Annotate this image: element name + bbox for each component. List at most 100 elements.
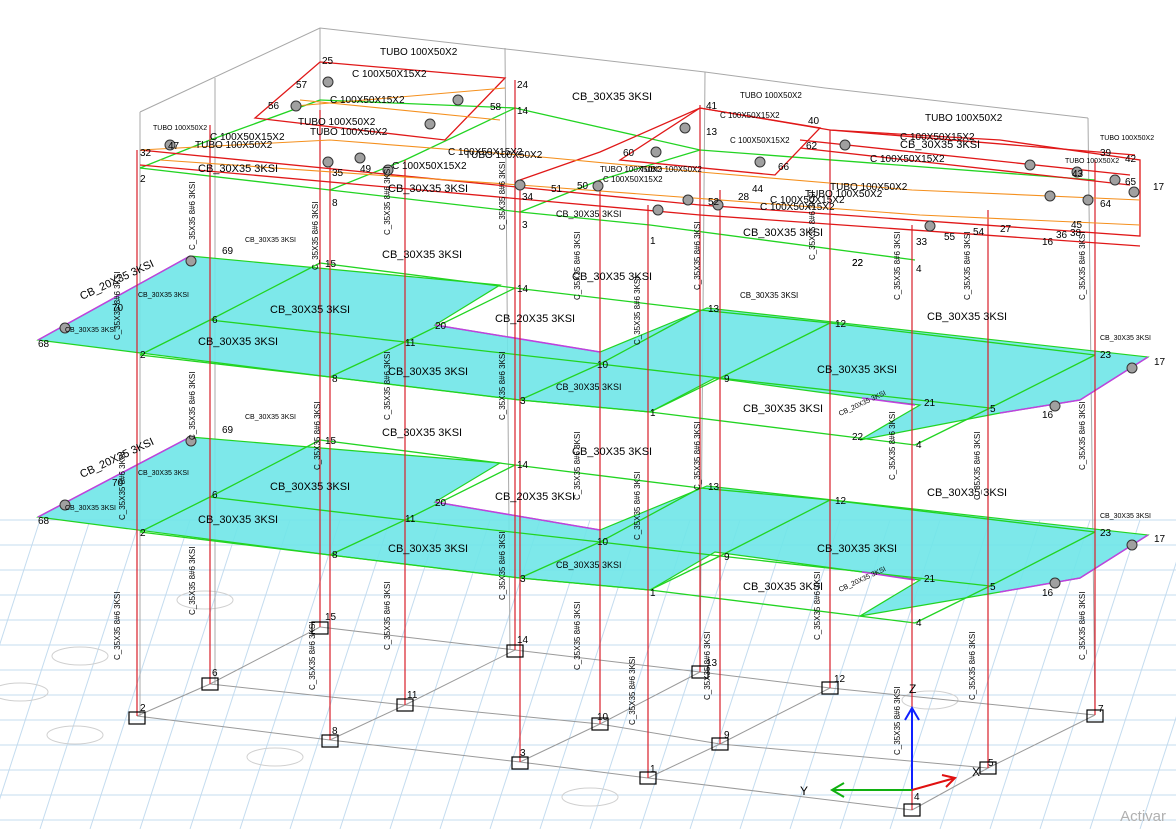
- x-axis-label: X: [972, 765, 980, 779]
- joint-label-roof: 44: [752, 184, 764, 195]
- joint-label-floor: 70: [112, 303, 124, 314]
- joint-label-floor: 6: [212, 490, 218, 501]
- joint-label-base: 11: [407, 690, 418, 701]
- joint-label-floor: 20: [435, 321, 447, 332]
- joint-label-base: 15: [325, 612, 337, 623]
- column-section-label: C_35X35 8#6 3KSI: [498, 352, 507, 421]
- section-label: C 100X50X15X2: [330, 95, 405, 106]
- z-axis-label: Z: [909, 682, 916, 696]
- joint-label-floor: 69: [222, 425, 234, 436]
- joint-label-floor: 23: [1100, 350, 1112, 361]
- joint-label-roof: 1: [650, 236, 656, 247]
- column-section-label: C_35X35 8#6 3KSI: [573, 232, 582, 301]
- joint-label-floor: 14: [517, 284, 529, 295]
- column-section-label: C_35X35 8#6 3KSI: [633, 277, 642, 346]
- column-section-label: C_35X35 8#6 3KSI: [633, 472, 642, 541]
- column-section-label: C_35X35 8#6 3KSI: [498, 532, 507, 601]
- section-label: CB_30X35 3KSI: [388, 183, 468, 195]
- joint-label-base: 9: [724, 730, 730, 741]
- joint-label-base: 10: [597, 712, 609, 723]
- section-label: C 100X50X15X2: [392, 161, 467, 172]
- joint-label-roof: 2: [140, 174, 146, 185]
- section-label: CB_30X35 3KSI: [65, 505, 116, 512]
- model-viewport[interactable]: TUBO 100X50X2 C 100X50X15X2 C 100X50X15X2 T…: [0, 0, 1176, 829]
- section-label: CB_30X35 3KSI: [556, 560, 622, 570]
- section-label: CB_30X35 3KSI: [65, 327, 116, 334]
- section-label: C 100X50X15X2: [720, 111, 780, 120]
- section-label: C 100X50X15X2: [352, 69, 427, 80]
- joint-label-roof: 42: [1125, 154, 1137, 165]
- joint-label-roof: 57: [296, 80, 308, 91]
- joint-label-roof: 8: [332, 198, 338, 209]
- joint-label-roof: 14: [517, 106, 529, 117]
- joint-label-floor: 22: [852, 432, 864, 443]
- structural-model-3d-view[interactable]: TUBO 100X50X2C 100X50X15X2C 100X50X15X2T…: [0, 0, 1176, 829]
- joint-label-floor: 68: [38, 339, 50, 350]
- joint-label-floor: 10: [597, 360, 609, 371]
- section-label: CB_30X35 3KSI: [743, 403, 823, 415]
- column-section-label: C_35X35 8#6 3KSI: [888, 412, 897, 481]
- joint-label-floor: 3: [520, 396, 526, 407]
- section-label: CB_30X35 3KSI: [817, 543, 897, 555]
- joint-label-floor: 4: [916, 618, 922, 629]
- joint-label-base: 5: [988, 758, 994, 769]
- column-section-label: C_35X35 8#6 3KSI: [628, 657, 637, 726]
- joint-label-roof: 47: [168, 141, 180, 152]
- section-label: C 100X50X15X2: [870, 154, 945, 165]
- column-section-label: C_35X35 8#6 3KSI: [308, 622, 317, 691]
- joint-label-floor: 8: [332, 374, 338, 385]
- joint-label-base: 1: [650, 764, 656, 775]
- joint-label-roof: 32: [140, 148, 152, 159]
- section-label: CB_30X35 3KSI: [198, 336, 278, 348]
- section-label: CB_30X35 3KSI: [817, 364, 897, 376]
- column-section-label: C_35X35 8#6 3KSI: [893, 232, 902, 301]
- joint-label-floor: 5: [990, 582, 996, 593]
- joint-label-roof: 62: [806, 141, 818, 152]
- joint-label-roof: 56: [268, 101, 280, 112]
- section-label: CB_30X35 3KSI: [382, 249, 462, 261]
- column-section-label: C_35X35 8#6 3KSI: [313, 402, 322, 471]
- joint-label-floor: 13: [708, 304, 720, 315]
- activation-watermark: Activar: [1120, 808, 1166, 825]
- section-label: CB_30X35 3KSI: [900, 139, 980, 151]
- joint-label-roof: 54: [973, 227, 985, 238]
- global-axes[interactable]: Z Y X: [800, 682, 980, 798]
- joint-label-floor: 12: [835, 319, 847, 330]
- column-section-label: C_35X35 8#6 3KSI: [573, 602, 582, 671]
- section-label: C 100X50X15X2: [210, 132, 285, 143]
- section-label: TUBO 100X50X2: [925, 113, 1003, 124]
- section-label: CB_30X35 3KSI: [572, 91, 652, 103]
- section-label: CB_30X35 3KSI: [388, 366, 468, 378]
- joint-label-floor: 12: [835, 496, 847, 507]
- joint-label-floor: 14: [517, 460, 529, 471]
- section-label: CB_30X35 3KSI: [1100, 335, 1151, 342]
- joint-label-floor: 17: [1154, 357, 1166, 368]
- joint-label-roof: 52: [708, 197, 720, 208]
- joint-label-roof: 60: [623, 148, 635, 159]
- joint-label-floor: 70: [112, 478, 124, 489]
- column-section-label: C_35X35 8#6 3KSI: [968, 632, 977, 701]
- joint-label-floor: 21: [924, 574, 936, 585]
- section-label: CB_30X35 3KSI: [740, 291, 798, 300]
- section-label: C 100X50X15X2: [730, 136, 790, 145]
- section-label: C 100X50X15X2: [603, 175, 663, 184]
- section-label: CB_30X35 3KSI: [388, 543, 468, 555]
- column-section-label: C_35X35 8#6 3KSI: [383, 582, 392, 651]
- section-label: CB_30X35 3KSI: [572, 446, 652, 458]
- joint-label-floor: 10: [597, 537, 609, 548]
- joint-label-roof: 49: [360, 164, 372, 175]
- joint-label-base: 3: [520, 748, 526, 759]
- joint-label-floor: 1: [650, 588, 656, 599]
- section-label: CB_30X35 3KSI: [245, 237, 296, 244]
- joint-label-floor: 23: [1100, 528, 1112, 539]
- column-section-label: C_35X35 8#6 3KSI: [383, 352, 392, 421]
- joint-label-roof: 65: [1125, 177, 1137, 188]
- joint-label-base: 6: [212, 668, 218, 679]
- joint-label-base: 13: [706, 658, 718, 669]
- joint-label-roof: 3: [522, 220, 528, 231]
- joint-label-floor: 5: [990, 404, 996, 415]
- joint-label-floor: 68: [38, 516, 50, 527]
- joint-label-base: 4: [914, 792, 920, 803]
- joint-label-floor: 11: [405, 338, 416, 349]
- joint-label-base: 14: [517, 635, 529, 646]
